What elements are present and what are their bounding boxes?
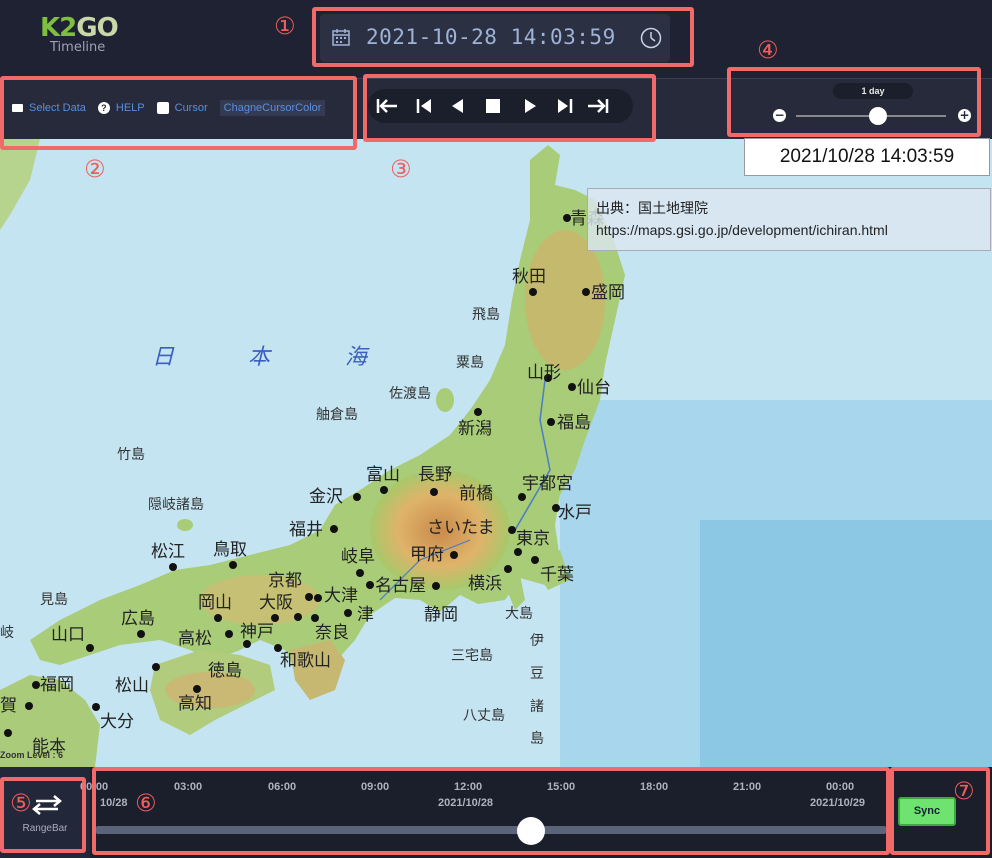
callout-number: ③ (390, 155, 412, 183)
cursor-time-display: 2021/10/28 14:03:59 (744, 138, 990, 176)
pacific-deeper (700, 520, 992, 767)
map-label: 徳島 (208, 661, 242, 681)
map-label: 津 (357, 605, 374, 625)
map-label: 前橋 (459, 484, 493, 504)
map-label: 大津 (324, 586, 358, 606)
map-label: 見島 (40, 592, 68, 608)
map-label: 豆 (530, 666, 544, 682)
map-label: 神戸 (240, 622, 274, 642)
map-label: 水戸 (558, 503, 592, 523)
map-label-sea: 海 (345, 345, 370, 370)
map-label: 賀 (0, 696, 17, 716)
map-label: 盛岡 (591, 283, 625, 303)
logo-text: K2GO (40, 13, 119, 43)
callout-box-2 (0, 76, 357, 150)
map-label: 大分 (100, 712, 134, 732)
map-label: 静岡 (424, 605, 458, 625)
map-label: 三宅島 (451, 648, 493, 664)
map-label: 鳥取 (213, 540, 247, 560)
map-label: 千葉 (540, 565, 574, 585)
map-label: 仙台 (577, 378, 611, 398)
map-label: 奈良 (315, 623, 349, 643)
map-label: 福岡 (40, 675, 74, 695)
oki-island (177, 519, 193, 531)
callout-box-7 (890, 767, 990, 855)
callout-number: ② (84, 155, 106, 183)
map-label: 福井 (289, 520, 323, 540)
map-label: 隠岐諸島 (148, 497, 204, 513)
map-label: 大阪 (259, 593, 293, 613)
map-label: 八丈島 (463, 708, 505, 724)
sado-island (436, 388, 454, 412)
map-label-sea: 本 (248, 345, 273, 370)
callout-number: ⑥ (135, 789, 157, 817)
map-label: 竹島 (117, 447, 145, 463)
map-attribution: 出典：国土地理院 https://maps.gsi.go.jp/developm… (587, 188, 991, 251)
map-label: 高松 (178, 629, 212, 649)
zoom-level: Zoom Level : 6 (0, 750, 64, 760)
map-label: 岡山 (198, 593, 232, 613)
map-label: 金沢 (309, 487, 343, 507)
callout-box-4 (727, 67, 981, 137)
map-label: さいたま (427, 518, 495, 538)
map-label: 京都 (268, 571, 302, 591)
callout-number: ⑤ (10, 789, 32, 817)
callout-number: ④ (757, 36, 779, 64)
map-label: 甲府 (410, 545, 444, 565)
map-label: 宇都宮 (522, 474, 573, 494)
callout-box-1 (312, 7, 694, 67)
logo: K2GO Timeline (40, 14, 120, 55)
map-label: 岐 (0, 625, 14, 641)
map-label: 大島 (505, 606, 533, 622)
map-label: 広島 (121, 609, 155, 629)
map-label-sea: 日 (152, 345, 175, 370)
map-label: 秋田 (512, 267, 546, 287)
callout-box-3 (363, 74, 656, 142)
map-label: 岐阜 (341, 547, 375, 567)
map-label: 松江 (151, 542, 185, 562)
map-label: 飛島 (472, 307, 500, 323)
map-label: 長野 (418, 465, 452, 485)
attribution-source: 出典：国土地理院 (596, 200, 708, 216)
callout-number: ① (274, 12, 296, 40)
map-label: 諸 (530, 699, 544, 715)
callout-number: ⑦ (953, 777, 975, 805)
map-label: 名古屋 (375, 576, 426, 596)
attribution-url[interactable]: https://maps.gsi.go.jp/development/ichir… (596, 219, 982, 241)
map-label: 山口 (51, 625, 85, 645)
map-label: 横浜 (468, 574, 502, 594)
map-label: 伊 (530, 633, 544, 649)
map-label: 高知 (178, 694, 212, 714)
map-label: 新潟 (458, 419, 492, 439)
map-label: 島 (530, 731, 544, 747)
map-label: 舳倉島 (316, 407, 358, 423)
map-label: 松山 (115, 676, 149, 696)
callout-box-6 (92, 767, 890, 855)
map-label: 山形 (527, 363, 561, 383)
map-label: 和歌山 (280, 651, 331, 671)
map-label: 粟島 (456, 355, 484, 371)
map-label: 福島 (557, 413, 591, 433)
map-label: 東京 (516, 529, 550, 549)
map-label: 富山 (366, 465, 400, 485)
map-label: 佐渡島 (389, 386, 431, 402)
